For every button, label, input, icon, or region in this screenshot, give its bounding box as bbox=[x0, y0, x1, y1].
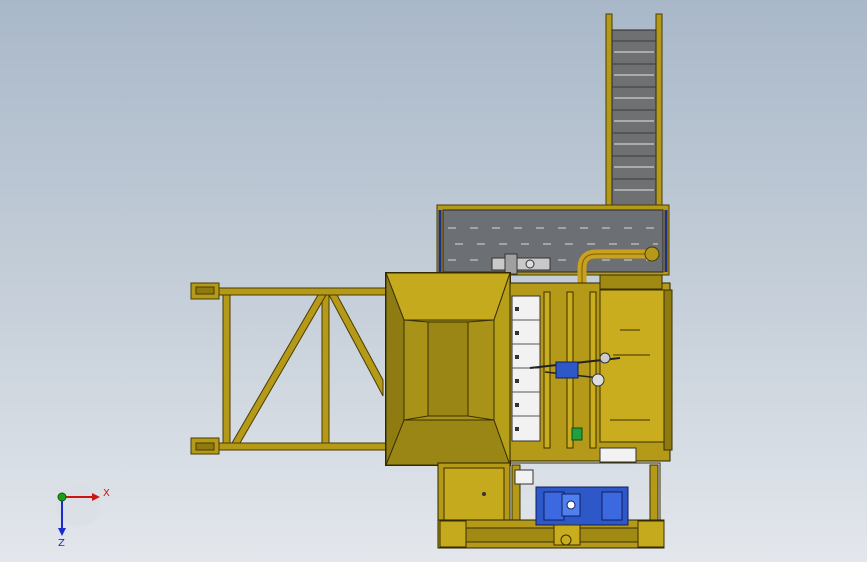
status-indicator[interactable] bbox=[571, 427, 583, 441]
cad-viewport[interactable]: X Z bbox=[0, 0, 867, 562]
control-module-stack[interactable] bbox=[511, 295, 541, 442]
machine-assembly-model[interactable] bbox=[0, 0, 867, 562]
hopper[interactable] bbox=[385, 272, 511, 466]
guide-rail-right[interactable] bbox=[589, 291, 597, 449]
pipe-flange[interactable] bbox=[644, 246, 660, 262]
storage-bin[interactable] bbox=[436, 204, 670, 276]
truss-frame[interactable] bbox=[190, 282, 388, 455]
inclined-conveyor[interactable] bbox=[605, 13, 663, 211]
guide-rail-left[interactable] bbox=[543, 291, 551, 449]
